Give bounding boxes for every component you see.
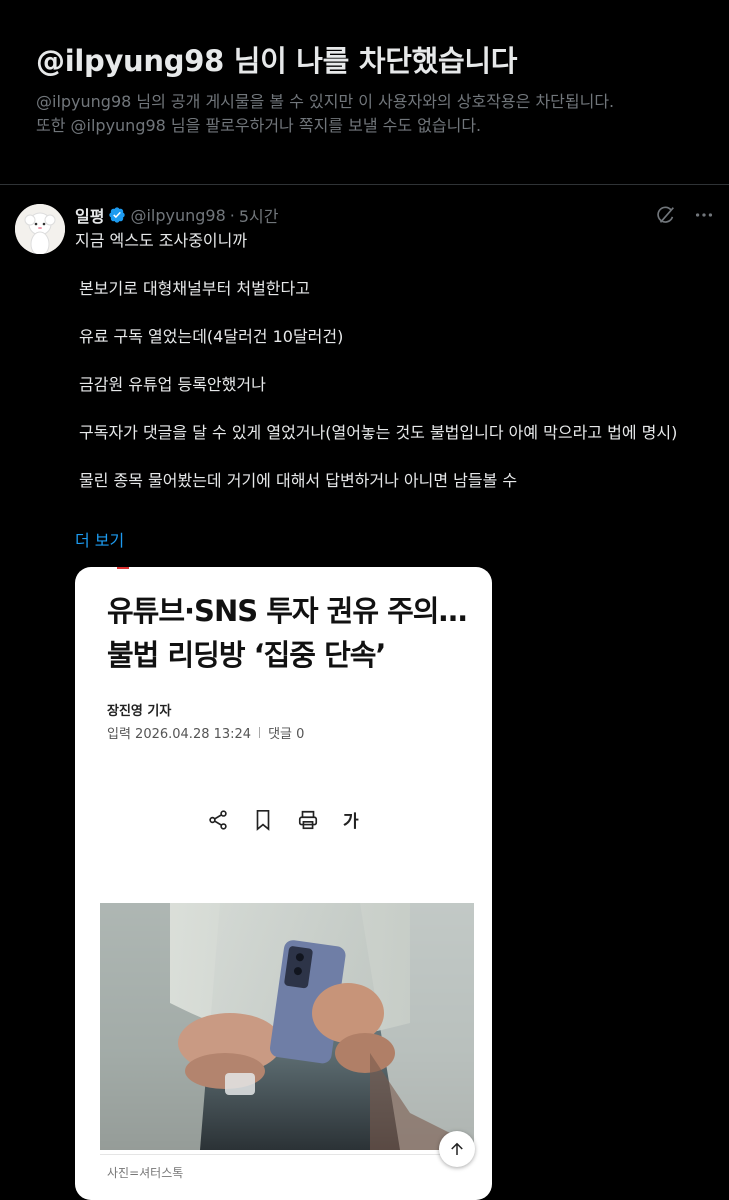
blocked-description: @ilpyung98 님의 공개 게시물을 볼 수 있지만 이 사용자와의 상호…: [36, 90, 706, 138]
article-meta: 입력 2026.04.28 13:24 댓글 0: [107, 723, 304, 742]
more-icon[interactable]: [693, 204, 715, 226]
show-more-link[interactable]: 더 보기: [75, 527, 124, 551]
article-reporter: 장진영 기자: [107, 704, 172, 719]
blocked-description-line: @ilpyung98 님의 공개 게시물을 볼 수 있지만 이 사용자와의 상호…: [36, 92, 615, 111]
post-time[interactable]: 5시간: [239, 203, 279, 227]
avatar[interactable]: [15, 204, 65, 254]
article-comments: 댓글 0: [268, 727, 305, 742]
bookmark-icon[interactable]: [253, 809, 273, 831]
post-text: 지금 엑스도 조사중이니까 본보기로 대형채널부터 처벌한다고 유료 구독 열었…: [75, 229, 715, 493]
arrow-up-icon: [448, 1140, 466, 1158]
article-photo: [100, 903, 474, 1150]
post-line: 본보기로 대형채널부터 처벌한다고: [79, 279, 310, 298]
post-line: 지금 엑스도 조사중이니까: [75, 231, 248, 250]
post-line: 금감원 유튜업 등록안했거나: [79, 375, 266, 394]
verified-badge-icon[interactable]: [108, 206, 126, 224]
font-size-button[interactable]: 가: [343, 807, 359, 832]
article-date: 입력 2026.04.28 13:24: [107, 727, 252, 742]
blocked-description-line: 또한 @ilpyung98 님을 팔로우하거나 쪽지를 보낼 수도 없습니다.: [36, 116, 482, 135]
post-header-actions: [655, 204, 715, 226]
blocked-title: @ilpyung98 님이 나를 차단했습니다: [36, 44, 518, 78]
scroll-top-button[interactable]: [439, 1131, 475, 1167]
post-line: 물린 종목 물어봤는데 거기에 대해서 답변하거나 아니면 남들볼 수: [79, 471, 518, 490]
separator-dot: ·: [229, 205, 235, 225]
article-headline: 유튜브·SNS 투자 권유 주의…불법 리딩방 ‘집중 단속’: [107, 594, 467, 672]
meta-divider: [259, 727, 261, 738]
photo-caption: 사진=셔터스톡: [107, 1166, 184, 1180]
article-tools: 가: [207, 807, 359, 832]
caption-divider: [100, 1154, 474, 1155]
post-header: 일평 @ilpyung98 · 5시간: [75, 203, 279, 227]
post-line: 유료 구독 열었는데(4달러건 10달러건): [79, 327, 344, 346]
author-name[interactable]: 일평: [75, 203, 104, 227]
share-icon[interactable]: [207, 809, 229, 831]
attached-image[interactable]: 유튜브·SNS 투자 권유 주의…불법 리딩방 ‘집중 단속’ 장진영 기자 입…: [75, 567, 492, 1200]
decorative-mark: [117, 567, 129, 569]
print-icon[interactable]: [297, 809, 319, 831]
grok-icon[interactable]: [655, 204, 677, 226]
blocked-notice: @ilpyung98 님이 나를 차단했습니다 @ilpyung98 님의 공개…: [0, 0, 729, 185]
post-line: 구독자가 댓글을 달 수 있게 열었거나(열어놓는 것도 불법입니다 아예 막으…: [79, 423, 678, 442]
author-handle[interactable]: @ilpyung98: [130, 206, 225, 225]
